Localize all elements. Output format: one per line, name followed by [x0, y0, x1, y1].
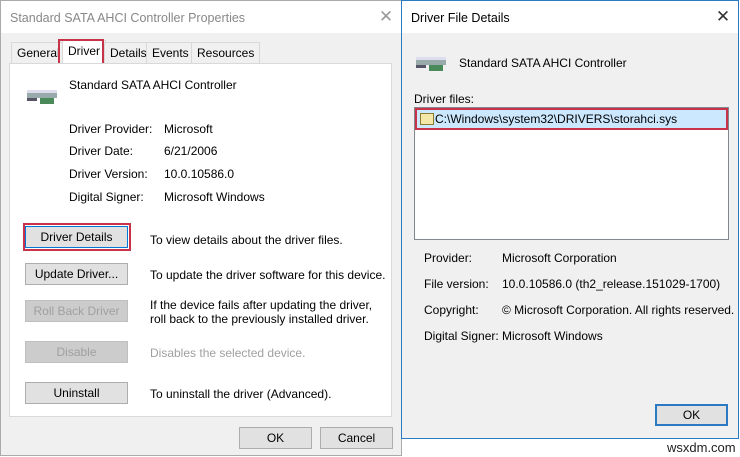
cancel-button[interactable]: Cancel: [320, 427, 393, 449]
device-icon: [415, 53, 449, 73]
info-label: Driver Provider:: [69, 122, 153, 136]
driver-details-highlight: [23, 223, 131, 251]
action-description: To view details about the driver files.: [150, 233, 343, 247]
info-label: Driver Version:: [69, 167, 148, 181]
close-icon[interactable]: ✕: [713, 7, 733, 27]
properties-window: Standard SATA AHCI Controller Properties…: [0, 0, 402, 456]
info-value: Microsoft: [164, 122, 213, 136]
tab-events[interactable]: Events: [146, 42, 195, 63]
info-label: Digital Signer:: [424, 329, 499, 343]
file-details-title: Driver File Details: [402, 1, 738, 33]
info-value: 6/21/2006: [164, 144, 218, 158]
close-icon[interactable]: ✕: [376, 7, 396, 27]
info-value: Microsoft Windows: [502, 329, 603, 343]
driver-files-list[interactable]: C:\Windows\system32\DRIVERS\storahci.sys: [414, 107, 729, 240]
ok-button[interactable]: OK: [239, 427, 312, 449]
info-value: © Microsoft Corporation. All rights rese…: [502, 303, 735, 317]
info-label: File version:: [424, 277, 489, 291]
driver-file-details-window: Driver File Details ✕ Standard SATA AHCI…: [401, 0, 739, 439]
tab-panel: Standard SATA AHCI Controller Driver Pro…: [9, 63, 392, 417]
file-highlight: [415, 108, 728, 130]
info-value: Microsoft Windows: [164, 190, 265, 204]
update-driver-button[interactable]: Update Driver...: [25, 263, 128, 285]
tab-resources[interactable]: Resources: [191, 42, 261, 63]
action-description: To uninstall the driver (Advanced).: [150, 387, 332, 401]
info-value: 10.0.10586.0 (th2_release.151029-1700): [502, 277, 721, 291]
driver-files-label: Driver files:: [414, 92, 475, 106]
info-label: Copyright:: [424, 303, 479, 317]
action-description: If the device fails after updating the d…: [150, 298, 373, 326]
action-description: Disables the selected device.: [150, 346, 306, 360]
info-value: 10.0.10586.0: [164, 167, 235, 181]
disable-button[interactable]: Disable: [25, 341, 128, 363]
roll-back-driver-button[interactable]: Roll Back Driver: [25, 300, 128, 322]
device-name: Standard SATA AHCI Controller: [459, 56, 627, 70]
info-label: Digital Signer:: [69, 190, 144, 204]
info-label: Driver Date:: [69, 144, 134, 158]
action-description: To update the driver software for this d…: [150, 268, 386, 282]
watermark: wsxdm.com: [667, 440, 736, 455]
info-value: Microsoft Corporation: [502, 251, 617, 265]
device-name: Standard SATA AHCI Controller: [69, 78, 237, 92]
device-icon: [26, 86, 60, 106]
info-label: Provider:: [424, 251, 473, 265]
ok-button[interactable]: OK: [655, 404, 728, 426]
uninstall-button[interactable]: Uninstall: [25, 382, 128, 404]
properties-title: Standard SATA AHCI Controller Properties: [1, 1, 401, 33]
tab-highlight: [58, 39, 104, 65]
